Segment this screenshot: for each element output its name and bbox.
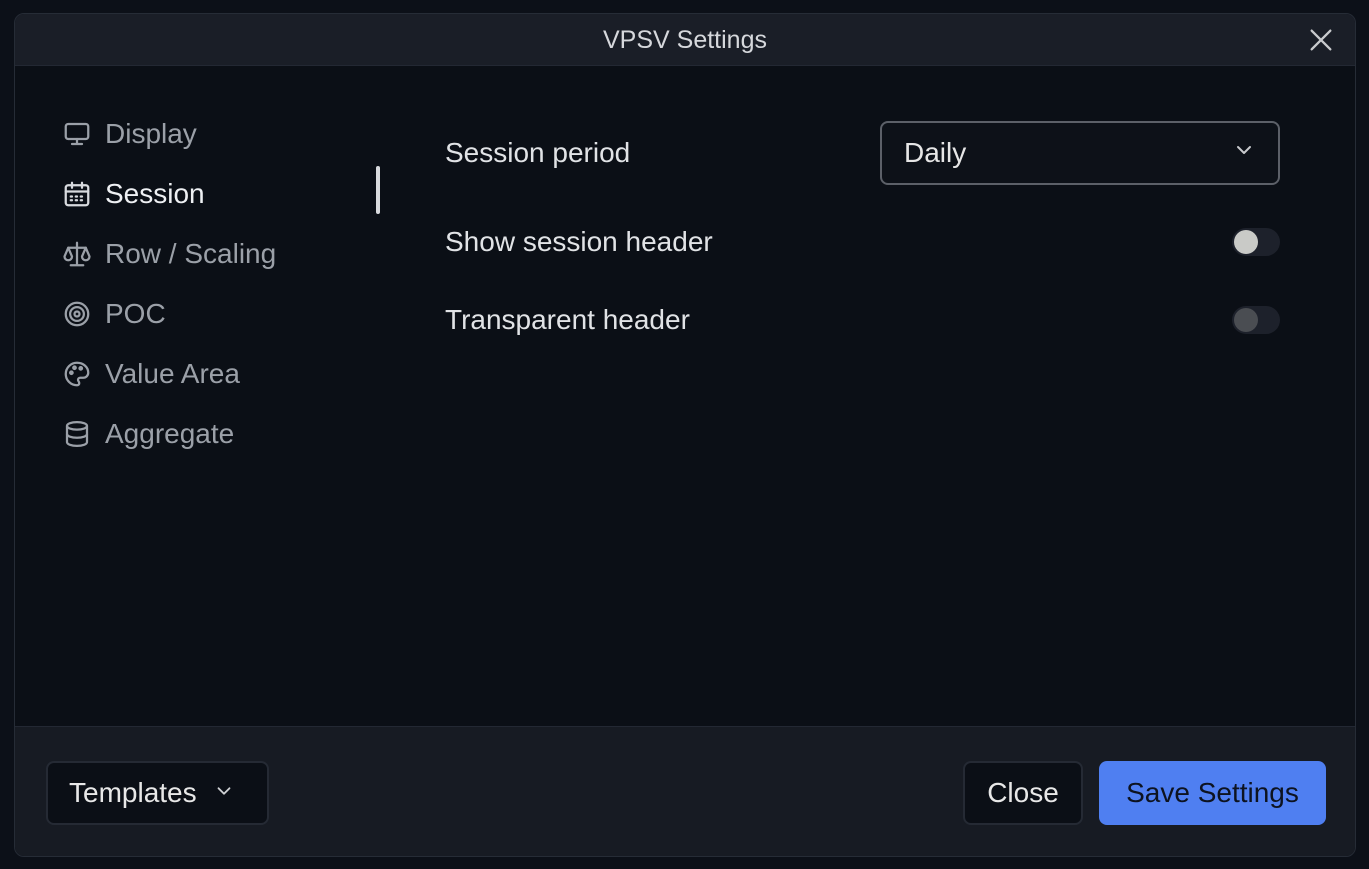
chevron-down-icon <box>1232 137 1256 169</box>
sidebar-item-label: Value Area <box>105 358 240 389</box>
palette-icon <box>61 358 93 390</box>
sidebar-item-label: Row / Scaling <box>105 238 277 269</box>
chevron-down-icon <box>197 777 235 809</box>
monitor-icon <box>61 118 93 150</box>
sidebar-item-poc[interactable]: POC <box>61 284 381 344</box>
calendar-icon <box>61 178 93 210</box>
save-settings-button[interactable]: Save Settings <box>1099 761 1326 825</box>
dialog-titlebar: VPSV Settings <box>15 14 1355 66</box>
close-icon[interactable] <box>1307 26 1335 54</box>
show-session-header-row: Show session header <box>445 213 1280 271</box>
database-icon <box>61 418 93 450</box>
toggle-knob <box>1234 308 1258 332</box>
show-session-header-toggle[interactable] <box>1232 228 1280 256</box>
session-settings-panel: Session period Daily Show session header… <box>445 119 1280 349</box>
scale-icon <box>61 238 93 270</box>
sidebar-item-display[interactable]: Display <box>61 104 381 164</box>
active-section-indicator <box>376 166 380 214</box>
toggle-knob <box>1234 230 1258 254</box>
transparent-header-row: Transparent header <box>445 291 1280 349</box>
target-icon <box>61 298 93 330</box>
transparent-header-label: Transparent header <box>445 304 690 335</box>
session-period-select[interactable]: Daily <box>880 121 1280 185</box>
dialog-footer: Templates Close Save Settings <box>15 726 1355 856</box>
sidebar-item-label: Session <box>105 178 205 209</box>
session-period-label: Session period <box>445 137 631 168</box>
sidebar-item-label: Display <box>105 118 197 149</box>
sidebar-item-label: POC <box>105 298 166 329</box>
sidebar-item-value-area[interactable]: Value Area <box>61 344 381 404</box>
sidebar-item-aggregate[interactable]: Aggregate <box>61 404 381 464</box>
show-session-header-label: Show session header <box>445 226 713 257</box>
close-button[interactable]: Close <box>963 761 1083 825</box>
sidebar-item-label: Aggregate <box>105 418 235 449</box>
templates-button[interactable]: Templates <box>46 761 269 825</box>
settings-dialog: VPSV Settings Display Session Row / Scal… <box>14 13 1356 857</box>
transparent-header-toggle[interactable] <box>1232 306 1280 334</box>
session-period-row: Session period Daily <box>445 119 1280 187</box>
sidebar-item-session[interactable]: Session <box>61 164 381 224</box>
templates-label: Templates <box>69 777 197 808</box>
settings-sidebar: Display Session Row / Scaling POC Value … <box>61 104 381 464</box>
dialog-title: VPSV Settings <box>603 26 767 54</box>
sidebar-item-row-scaling[interactable]: Row / Scaling <box>61 224 381 284</box>
session-period-value: Daily <box>904 137 967 168</box>
